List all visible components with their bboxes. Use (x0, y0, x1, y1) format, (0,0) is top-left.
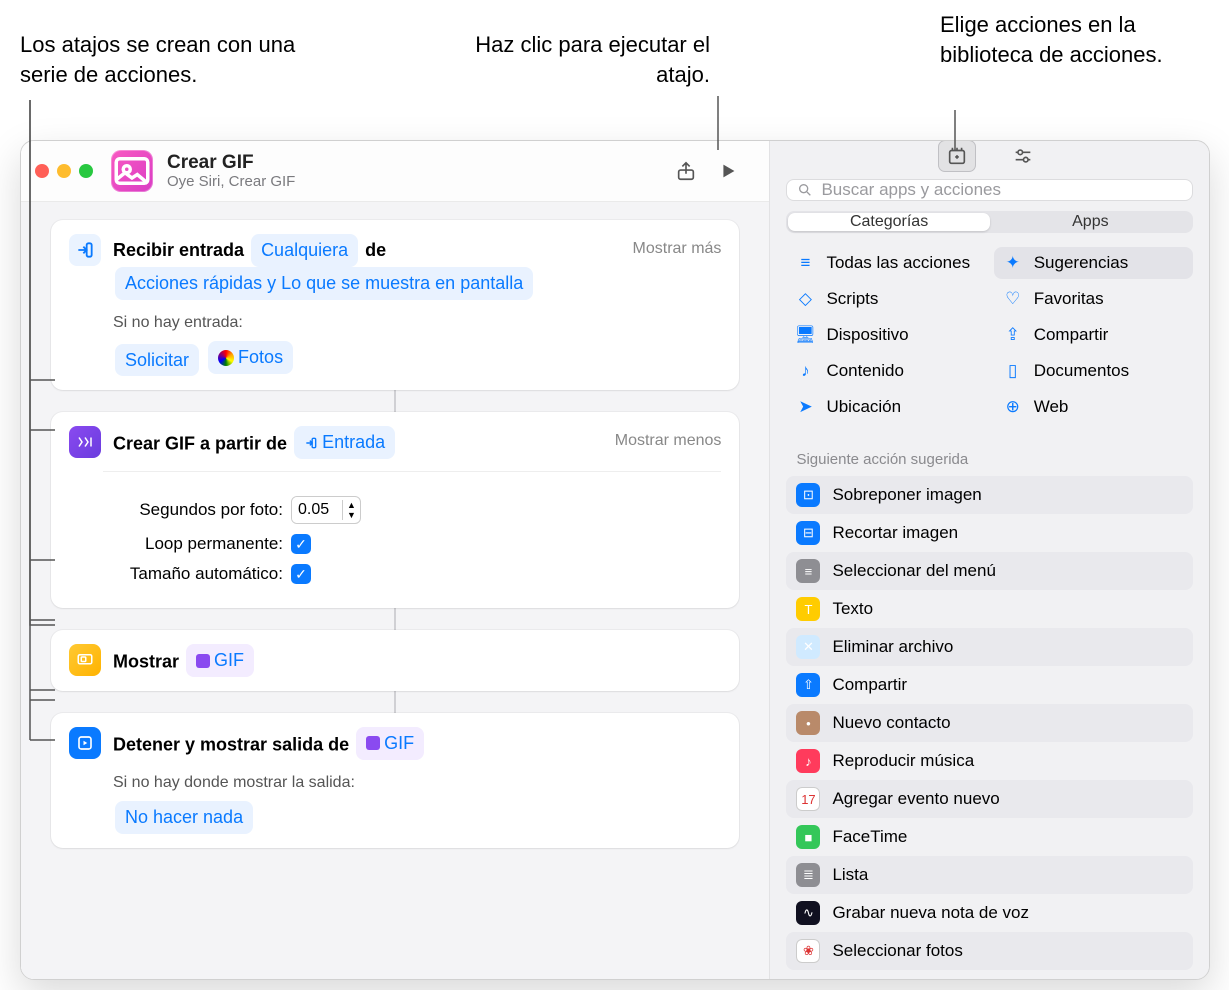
token-any[interactable]: Cualquiera (251, 234, 358, 267)
suggestion-item[interactable]: ⊡Sobreponer imagen (786, 476, 1193, 514)
minimize-window-button[interactable] (57, 164, 71, 178)
zoom-window-button[interactable] (79, 164, 93, 178)
action-receive-input[interactable]: Recibir entrada Cualquiera de Acciones r… (51, 220, 739, 390)
tab-categories[interactable]: Categorías (788, 213, 989, 231)
suggestion-item[interactable]: ♪Reproducir música (786, 742, 1193, 780)
label-de: de (365, 240, 386, 260)
close-window-button[interactable] (35, 164, 49, 178)
action-label: Recibir entrada (113, 240, 244, 260)
action-show[interactable]: Mostrar GIF (51, 630, 739, 691)
editor-pane: Crear GIF Oye Siri, Crear GIF Recibir en… (21, 141, 769, 979)
action-create-gif[interactable]: Crear GIF a partir de Entrada Mostrar me… (51, 412, 739, 608)
category-item[interactable]: 🖥Dispositivo (786, 319, 985, 351)
callout-left: Los atajos se crean con una serie de acc… (20, 30, 320, 89)
category-item[interactable]: ♡Favoritas (994, 283, 1193, 315)
search-input[interactable]: Buscar apps y acciones (786, 179, 1193, 201)
token-gif[interactable]: GIF (186, 644, 254, 677)
shortcut-icon (111, 150, 153, 192)
suggestion-item[interactable]: ≣Lista (786, 856, 1193, 894)
seconds-stepper[interactable]: ▲▼ (291, 496, 361, 524)
step-up[interactable]: ▲ (343, 500, 360, 510)
step-down[interactable]: ▼ (343, 510, 360, 520)
no-output-label: Si no hay donde mostrar la salida: (113, 770, 721, 796)
param-autosize: Tamaño automático: ✓ (103, 564, 721, 584)
suggested-header: Siguiente acción sugerida (770, 447, 1209, 476)
library-pane: Buscar apps y acciones Categorías Apps ≡… (769, 141, 1209, 979)
suggestion-item[interactable]: ❀Seleccionar fotos (786, 932, 1193, 970)
category-item[interactable]: ⊕Web (994, 391, 1193, 423)
token-do-nothing[interactable]: No hacer nada (115, 801, 253, 834)
action-stop-output[interactable]: Detener y mostrar salida de GIF Si no ha… (51, 713, 739, 848)
loop-checkbox[interactable]: ✓ (291, 534, 311, 554)
show-more-toggle[interactable]: Mostrar más (633, 240, 722, 258)
category-item[interactable]: ◇Scripts (786, 283, 985, 315)
show-icon (69, 644, 101, 676)
suggestion-item[interactable]: ⇧Compartir (786, 666, 1193, 704)
autosize-checkbox[interactable]: ✓ (291, 564, 311, 584)
suggestion-item[interactable]: ⊟Recortar imagen (786, 514, 1193, 552)
param-loop: Loop permanente: ✓ (103, 534, 721, 554)
suggestion-item[interactable]: ✕Eliminar archivo (786, 628, 1193, 666)
window-controls[interactable] (35, 164, 93, 178)
token-source[interactable]: Acciones rápidas y Lo que se muestra en … (115, 267, 533, 300)
category-grid: ≡Todas las acciones ✦Sugerencias ◇Scripts ♡… (770, 247, 1209, 437)
app-window: Crear GIF Oye Siri, Crear GIF Recibir en… (20, 140, 1210, 980)
stop-icon (69, 727, 101, 759)
action-editor: Recibir entrada Cualquiera de Acciones r… (21, 201, 769, 979)
shortcut-subtitle: Oye Siri, Crear GIF (167, 173, 661, 190)
gif-icon (69, 426, 101, 458)
category-item[interactable]: ≡Todas las acciones (786, 247, 985, 279)
suggestion-item[interactable]: ≡Seleccionar del menú (786, 552, 1193, 590)
category-item[interactable]: ✦Sugerencias (994, 247, 1193, 279)
library-toggle[interactable] (939, 141, 975, 171)
token-input[interactable]: Entrada (294, 426, 395, 459)
suggestion-item[interactable]: ■FaceTime (786, 818, 1193, 856)
callout-middle: Haz clic para ejecutar el atajo. (450, 30, 710, 89)
seconds-input[interactable] (292, 497, 342, 523)
action-label: Detener y mostrar salida de (113, 734, 349, 754)
run-button[interactable] (711, 156, 745, 186)
token-gif[interactable]: GIF (356, 727, 424, 760)
category-item[interactable]: ♪Contenido (786, 355, 985, 387)
token-ask[interactable]: Solicitar (115, 344, 199, 377)
action-label: Crear GIF a partir de (113, 434, 287, 454)
show-less-toggle[interactable]: Mostrar menos (615, 432, 722, 450)
category-item[interactable]: ⇪Compartir (994, 319, 1193, 351)
suggestion-item[interactable]: ∿Grabar nueva nota de voz (786, 894, 1193, 932)
input-icon (69, 234, 101, 266)
no-input-label: Si no hay entrada: (113, 310, 621, 336)
suggestion-item[interactable]: 17Agregar evento nuevo (786, 780, 1193, 818)
suggestion-item[interactable]: TTexto (786, 590, 1193, 628)
category-item[interactable]: ➤Ubicación (786, 391, 985, 423)
token-photos[interactable]: Fotos (208, 341, 293, 374)
shortcut-title: Crear GIF (167, 152, 661, 174)
library-tabs[interactable]: Categorías Apps (786, 211, 1193, 233)
param-seconds: Segundos por foto: ▲▼ (103, 496, 721, 524)
suggestion-item[interactable]: •Nuevo contacto (786, 704, 1193, 742)
search-placeholder: Buscar apps y acciones (821, 180, 1001, 200)
titlebar: Crear GIF Oye Siri, Crear GIF (21, 141, 769, 201)
share-button[interactable] (669, 156, 703, 186)
callout-right: Elige acciones en la biblioteca de accio… (940, 10, 1200, 69)
category-item[interactable]: ▯Documentos (994, 355, 1193, 387)
settings-toggle[interactable] (1005, 141, 1041, 171)
suggestion-list: ⊡Sobreponer imagen⊟Recortar imagen≡Selec… (770, 476, 1209, 980)
action-label: Mostrar (113, 652, 179, 672)
tab-apps[interactable]: Apps (990, 213, 1191, 231)
